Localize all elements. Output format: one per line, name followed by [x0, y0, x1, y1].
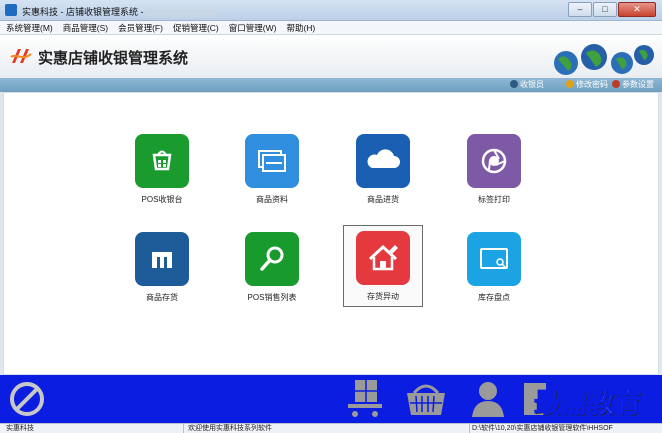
tile-label: POS销售列表 — [247, 293, 297, 302]
house-pencil-icon — [356, 231, 410, 285]
app-name: 实惠店铺收银管理系统 — [38, 50, 189, 67]
maximize-button[interactable]: □ — [593, 2, 617, 17]
tile-label: 存货异动 — [367, 292, 399, 301]
menu-goods[interactable]: 商品管理(S) — [63, 21, 108, 34]
tile-stock-change[interactable]: 存货异动 — [343, 225, 423, 307]
title-bar: 实惠科技 - 店铺收银管理系统 - – □ ✕ — [0, 0, 662, 21]
status-company: 实惠科技 — [6, 425, 34, 432]
top-toolbar: 收银员 修改密码 参数设置 — [0, 78, 662, 92]
tile-label: POS收银台 — [141, 195, 183, 204]
status-divider — [469, 424, 470, 433]
magnifier-icon — [245, 232, 299, 286]
store-bag-icon — [135, 134, 189, 188]
menu-help[interactable]: 帮助(H) — [286, 21, 315, 34]
m-logo-icon — [135, 232, 189, 286]
tile-label: 标签打印 — [478, 195, 510, 204]
gear-icon — [612, 80, 620, 88]
globes-icon — [554, 44, 654, 75]
header-banner: 实惠店铺收银管理系统 — [0, 35, 662, 78]
menu-bar: 系统管理(M) 商品管理(S) 会员管理(F) 促销管理(C) 窗口管理(W) … — [0, 21, 662, 35]
tile-goods-purchase[interactable]: 商品进货 — [343, 129, 423, 211]
tile-pos-sales-list[interactable]: POS销售列表 — [232, 227, 312, 309]
menu-system[interactable]: 系统管理(M) — [6, 21, 53, 34]
main-panel: POS收银台 商品资料 商品进货 标签打印 商品存货 POS销售列表 存货异动 … — [3, 92, 659, 375]
tile-label: 商品存货 — [146, 293, 178, 302]
app-icon — [5, 4, 17, 16]
cashier-label: 收银员 — [520, 80, 544, 89]
screen-search-icon — [467, 232, 521, 286]
basket-icon[interactable] — [404, 379, 448, 419]
window-title: 实惠科技 - 店铺收银管理系统 - — [22, 5, 216, 18]
window-controls: – □ ✕ — [568, 2, 656, 17]
change-password-button[interactable]: 修改密码 — [566, 79, 608, 91]
tile-goods-info[interactable]: 商品资料 — [232, 129, 312, 211]
window-title-text: 实惠科技 - 店铺收银管理系统 - — [22, 7, 144, 17]
ss-logo-icon — [10, 49, 32, 63]
cart-icon[interactable] — [345, 378, 385, 420]
title-redacted — [145, 8, 216, 17]
tile-label: 库存盘点 — [478, 293, 510, 302]
tile-label-print[interactable]: 标签打印 — [454, 129, 534, 211]
status-path: D:\软件\10,20\实惠店铺收银管理软件\HHSOF — [472, 425, 613, 432]
settings-label: 参数设置 — [622, 80, 654, 89]
tile-inventory-check[interactable]: 库存盘点 — [454, 227, 534, 309]
menu-members[interactable]: 会员管理(F) — [118, 21, 163, 34]
no-entry-icon[interactable] — [8, 380, 46, 418]
cards-icon — [245, 134, 299, 188]
aperture-icon — [467, 134, 521, 188]
tile-pos-cashier[interactable]: POS收银台 — [122, 129, 202, 211]
minimize-button[interactable]: – — [568, 2, 592, 17]
status-divider — [183, 424, 184, 433]
status-welcome: 欢迎使用实惠科技系列软件 — [188, 425, 272, 432]
menu-promotions[interactable]: 促销管理(C) — [173, 21, 219, 34]
tile-goods-stock[interactable]: 商品存货 — [122, 227, 202, 309]
user-icon — [510, 80, 518, 88]
settings-button[interactable]: 参数设置 — [612, 79, 654, 91]
key-icon — [566, 80, 574, 88]
menu-window[interactable]: 窗口管理(W) — [229, 21, 277, 34]
cloud-icon — [356, 134, 410, 188]
watermark: 最需教育 — [533, 389, 643, 420]
status-bar: 实惠科技 欢迎使用实惠科技系列软件 D:\软件\10,20\实惠店铺收银管理软件… — [0, 423, 662, 433]
tile-label: 商品资料 — [256, 195, 288, 204]
cashier-button[interactable]: 收银员 — [510, 79, 544, 91]
user-icon[interactable] — [470, 379, 506, 419]
change-password-label: 修改密码 — [576, 80, 608, 89]
tile-label: 商品进货 — [367, 195, 399, 204]
close-button[interactable]: ✕ — [618, 2, 656, 17]
